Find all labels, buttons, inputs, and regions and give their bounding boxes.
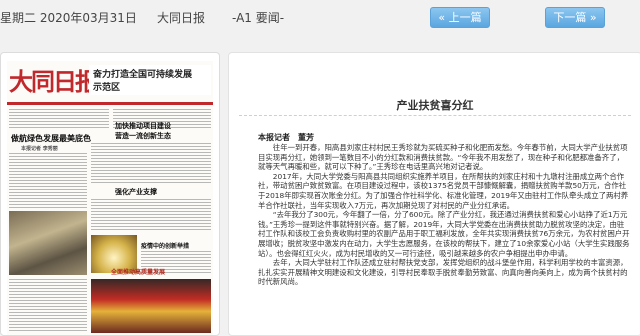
prev-article-label: 上一篇	[448, 11, 482, 24]
top-bar: 星期二 2020年03月31日 大同日报 -A1 要闻- « 上一篇 下一篇 »	[0, 0, 640, 34]
prev-arrow-icon: «	[438, 11, 446, 24]
thumb-headline-text: 示范区	[93, 83, 121, 93]
page-label: -A1 要闻-	[232, 11, 285, 25]
article-paragraph: “去年我分了300元，今年翻了一倍，分了600元。除了产业分红，我还通过消费扶贫…	[258, 210, 630, 258]
paper-name: 大同日报	[157, 11, 206, 25]
thumb-photo-field	[9, 211, 87, 275]
article-paragraph: 去年，大同大学驻村工作队还成立驻村帮扶党支部，发挥党组织的战斗堡垒作用，科学利用…	[258, 258, 628, 287]
thumb-headline-mid[interactable]: 疫情中的创新举措	[141, 241, 211, 250]
next-arrow-icon: »	[589, 11, 597, 24]
thumb-headline-bottom[interactable]: 全面推动高质量发展	[111, 267, 209, 276]
thumb-text-block	[91, 143, 211, 183]
title-divider	[239, 115, 631, 116]
thumb-text-block	[91, 199, 211, 231]
next-article-label: 下一篇	[553, 11, 587, 24]
article-paragraph: 2017年，大同大学党委与阳高县共同组织实施养羊项目，在所帮扶的刘家庄村和十九墩…	[258, 171, 629, 210]
thumb-photo-festival	[91, 279, 211, 333]
article-paragraph: 往年一到开春，阳高县刘家庄村村民王秀珍就为买硫买种子和化肥而发愁。今年春节前，大…	[258, 143, 628, 172]
thumb-text-block	[9, 279, 87, 333]
thumb-text-block	[9, 153, 87, 209]
thumb-top-headline[interactable]: 奋力打造全国可持续发展 示范区	[89, 65, 211, 95]
issue-date: 星期二 2020年03月31日	[0, 11, 137, 25]
newspaper-page-thumbnail[interactable]: 大同日报 奋力打造全国可持续发展 示范区 做航绿色发展最美底色 本报记者 李秀丽…	[7, 61, 213, 335]
article-byline: 本报记者 董芳	[258, 133, 314, 142]
masthead-divider	[7, 102, 213, 105]
article-title: 产业扶贫喜分红	[396, 99, 474, 112]
article-body: 往年一到开春，阳高县刘家庄村村民王秀珍就为买硫买种子和化肥而发愁。今年春节前，大…	[258, 143, 630, 287]
prev-article-button[interactable]: « 上一篇	[430, 7, 490, 28]
thumb-subhead-left: 本报记者 李秀丽	[21, 146, 58, 152]
masthead-logo: 大同日报	[9, 67, 99, 96]
next-article-button[interactable]: 下一篇 »	[545, 7, 605, 28]
page-thumbnail-panel: 大同日报 奋力打造全国可持续发展 示范区 做航绿色发展最美底色 本报记者 李秀丽…	[0, 52, 220, 336]
thumb-headline-right[interactable]: 加快推动项目建设	[115, 121, 211, 131]
thumb-headline-right[interactable]: 强化产业支撑	[115, 187, 211, 197]
thumb-text-block	[9, 109, 109, 129]
thumb-headline-right[interactable]: 营造一流创新生态	[115, 131, 211, 141]
thumb-headline-text: 奋力打造全国可持续发展	[93, 70, 193, 80]
article-panel: 产业扶贫喜分红 本报记者 董芳 往年一到开春，阳高县刘家庄村村民王秀珍就为买硫买…	[228, 52, 640, 336]
